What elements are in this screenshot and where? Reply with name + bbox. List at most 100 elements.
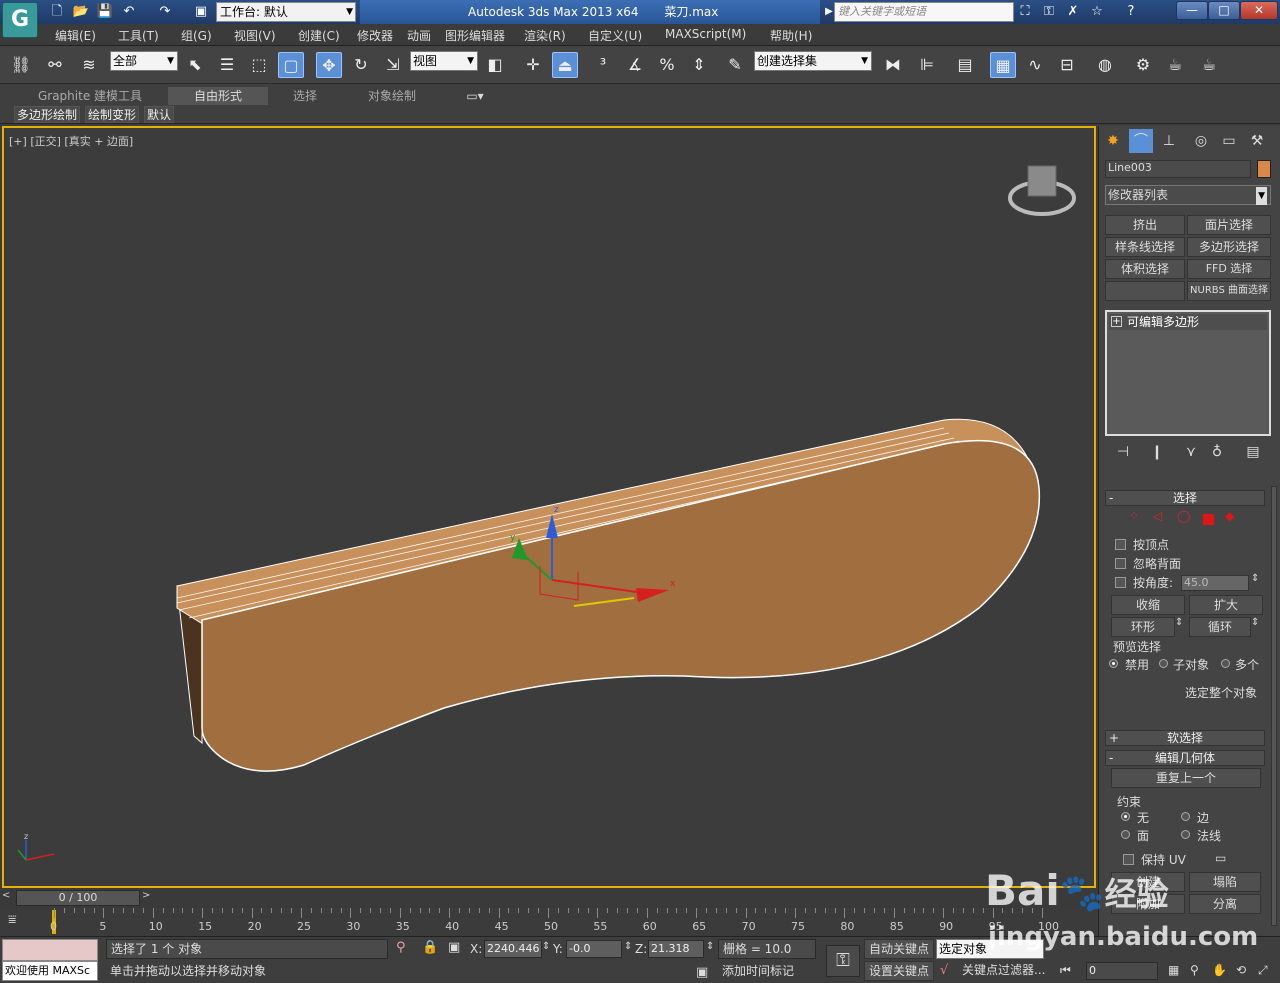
menu-create[interactable]: 创建(C) [298,27,340,44]
preview-off-radio[interactable] [1109,659,1118,668]
angle-value-input[interactable]: 45.0 [1181,575,1249,591]
ribbon-tab-object-paint[interactable]: 对象绘制 [356,87,428,105]
menu-group[interactable]: 组(G) [181,27,212,44]
selection-lock-icon[interactable]: 🔒 [422,940,438,955]
by-angle-checkbox[interactable] [1115,577,1126,588]
manipulate-icon[interactable]: ✛ [520,52,546,78]
element-mode-icon[interactable]: ◆ [1225,509,1234,523]
open-file-icon[interactable]: 📂 [72,3,90,21]
rollout-soft-selection-header[interactable]: + 软选择 [1105,730,1265,746]
align-icon[interactable]: ⊫ [914,52,940,78]
angle-snap-icon[interactable]: ∡ [622,52,648,78]
current-frame-input[interactable]: 0 [1086,962,1158,980]
rendered-frame-icon[interactable]: ☕ [1162,52,1188,78]
undo-icon[interactable]: ↶ [120,3,138,21]
window-crossing-icon[interactable]: ▢ [278,52,304,78]
select-and-move-icon[interactable]: ✥ [316,52,342,78]
select-and-link-icon[interactable]: ⛓ [8,52,34,78]
render-production-icon[interactable]: ☕ [1196,52,1222,78]
utilities-tab-icon[interactable]: ⚒ [1245,129,1269,153]
time-config-icon[interactable]: ▦ [1168,963,1179,977]
ring-spinner-icon[interactable]: ⇕ [1175,617,1183,628]
object-color-swatch[interactable] [1257,160,1271,178]
collapse-button[interactable]: 塌陷 [1189,872,1261,892]
new-file-icon[interactable]: 🗋 [48,3,66,21]
mod-extrude-button[interactable]: 挤出 [1105,215,1185,235]
select-and-scale-icon[interactable]: ⇲ [380,52,406,78]
set-key-button[interactable]: 设置关键点 [864,961,934,981]
percent-snap-icon[interactable]: % [654,52,680,78]
app-logo-button[interactable]: G [2,2,38,38]
z-coordinate-input[interactable]: 21.318 [648,940,704,958]
exchange-icon[interactable]: ✗ [1064,3,1082,21]
schematic-view-icon[interactable]: ⊟ [1054,52,1080,78]
mod-empty-button[interactable] [1105,281,1185,301]
pivot-center-icon[interactable]: ◧ [482,52,508,78]
reference-coord-dropdown[interactable]: 视图 ▼ [410,51,478,71]
preserve-uv-settings-icon[interactable]: ▭ [1215,851,1226,865]
ribbon-tab-selection[interactable]: 选择 [270,87,340,105]
binoculars-icon[interactable]: ⛶ [1016,3,1034,21]
zoom-icon[interactable]: ⚲ [1190,963,1199,977]
key-icon[interactable]: ⚿ [1040,3,1058,21]
menu-help[interactable]: 帮助(H) [770,27,812,44]
auto-key-button[interactable]: 自动关键点 [864,939,934,959]
spinner-snap-icon[interactable]: ⇕ [686,52,712,78]
menu-rendering[interactable]: 渲染(R) [524,27,566,44]
view-cube[interactable] [1008,165,1076,216]
set-key-big-icon[interactable]: ⚿ [826,945,860,977]
add-time-tag-field[interactable]: 添加时间标记 [718,962,816,982]
display-tab-icon[interactable]: ▭ [1217,129,1241,153]
hierarchy-tab-icon[interactable]: ⊥ [1157,129,1181,153]
angle-spinner-icon[interactable]: ⇕ [1251,573,1259,584]
show-end-result-icon[interactable]: ❙ [1145,440,1169,464]
render-setup-icon[interactable]: ⚙ [1130,52,1156,78]
maximize-viewport-icon[interactable]: ⤢ [1258,963,1268,978]
isolate-selection-icon[interactable]: ⚲ [396,940,406,955]
graphite-toggle-icon[interactable]: ▦ [990,52,1016,78]
select-and-rotate-icon[interactable]: ↻ [348,52,374,78]
x-coordinate-input[interactable]: 2240.446 [484,940,542,958]
detach-button[interactable]: 分离 [1189,894,1261,914]
mod-patch-select-button[interactable]: 面片选择 [1187,215,1271,235]
modifier-list-dropdown[interactable]: 修改器列表 ▼ [1105,185,1271,205]
x-spinner-icon[interactable]: ⇕ [542,941,550,952]
y-coordinate-input[interactable]: -0.0 [566,940,622,958]
loop-spinner-icon[interactable]: ⇕ [1251,617,1259,628]
shrink-button[interactable]: 收缩 [1111,595,1185,615]
border-mode-icon[interactable]: ◯ [1177,509,1190,523]
menu-maxscript[interactable]: MAXScript(M) [665,27,746,41]
maxscript-listener-input[interactable] [2,939,98,961]
menu-customize[interactable]: 自定义(U) [588,27,642,44]
ring-button[interactable]: 环形 [1111,617,1175,637]
ribbon-subtab-paint-deform[interactable]: 绘制变形 [85,106,140,123]
remove-modifier-icon[interactable]: ♁ [1205,440,1229,464]
time-slider[interactable]: < 0 / 100 > [0,888,1096,908]
constraint-edge-radio[interactable] [1181,812,1190,821]
mirror-icon[interactable]: ⧓ [880,52,906,78]
snaps-toggle-icon[interactable]: ³ [590,52,616,78]
curve-editor-mini-icon[interactable]: ⩸ [8,912,36,932]
go-to-start-icon[interactable]: ⏮ [1060,963,1071,978]
keyboard-shortcut-toggle-icon[interactable]: ⏏ [552,52,578,78]
menu-tools[interactable]: 工具(T) [118,27,159,44]
named-selection-dropdown[interactable]: 创建选择集 ▼ [754,51,872,71]
preserve-uv-checkbox[interactable] [1123,854,1134,865]
close-button[interactable]: ✕ [1240,1,1278,20]
by-vertex-checkbox[interactable] [1115,539,1126,550]
repeat-last-button[interactable]: 重复上一个 [1111,768,1261,788]
polygon-mode-icon[interactable] [1203,514,1214,525]
help-icon[interactable]: ? [1122,3,1140,21]
layer-manager-icon[interactable]: ▤ [952,52,978,78]
select-object-icon[interactable]: ⬉ [182,52,208,78]
command-panel-scrollbar[interactable] [1271,486,1277,926]
motion-tab-icon[interactable]: ◎ [1189,129,1213,153]
rollout-edit-geometry-header[interactable]: - 编辑几何体 [1105,750,1265,766]
preview-subobj-radio[interactable] [1159,659,1168,668]
pan-hand-icon[interactable]: ✋ [1212,963,1227,977]
grow-button[interactable]: 扩大 [1189,595,1263,615]
configure-sets-icon[interactable]: ▤ [1241,440,1265,464]
constraint-none-radio[interactable] [1121,812,1130,821]
menu-modifiers[interactable]: 修改器 [357,27,393,44]
curve-editor-icon[interactable]: ∿ [1022,52,1048,78]
